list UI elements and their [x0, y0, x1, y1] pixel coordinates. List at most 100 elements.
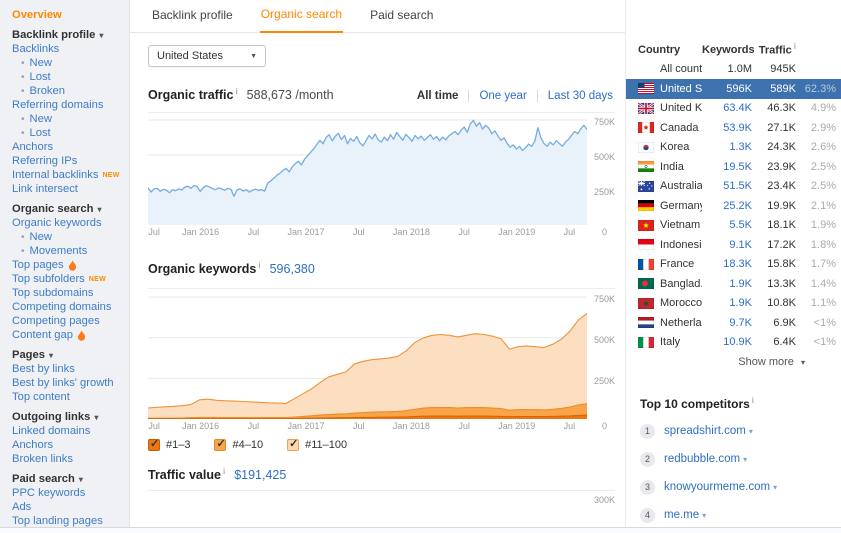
chevron-down-icon: ▾ — [801, 358, 805, 367]
y-axis-tick: 500K — [589, 152, 615, 162]
country-label: Korea — [660, 141, 689, 153]
sidebar-item-best-by-links[interactable]: Best by links — [12, 362, 125, 376]
country-row-morocco[interactable]: Morocco1.9K10.8K1.1% — [626, 294, 841, 314]
country-row-united-s[interactable]: United S...596K589K62.3% — [626, 79, 841, 99]
country-row-korea[interactable]: Korea1.3K24.3K2.6% — [626, 138, 841, 158]
country-filter-dropdown[interactable]: United States ▼ — [148, 45, 266, 67]
x-axis-tick: Jul — [148, 227, 160, 237]
sidebar-item-new[interactable]: •New — [12, 230, 125, 244]
chevron-down-icon[interactable]: ▾ — [743, 455, 747, 464]
sidebar-item-top-landing-pages[interactable]: Top landing pages — [12, 514, 125, 527]
check-icon: ✓ — [289, 437, 298, 450]
tab-backlink-profile[interactable]: Backlink profile — [151, 8, 234, 32]
legend-item-11-100[interactable]: ✓#11–100 — [287, 439, 347, 451]
tab-organic-search[interactable]: Organic search — [260, 7, 343, 33]
sidebar-item-referring-domains[interactable]: Referring domains — [12, 98, 125, 112]
range-all-time[interactable]: All time — [407, 90, 469, 102]
country-row-netherla[interactable]: Netherla...9.7K6.9K<1% — [626, 313, 841, 333]
sidebar-item-linked-domains[interactable]: Linked domains — [12, 424, 125, 438]
nl-flag-icon — [638, 317, 654, 328]
sidebar-item-top-subdomains[interactable]: Top subdomains — [12, 286, 125, 300]
sidebar-item-best-by-links-growth[interactable]: Best by links' growth — [12, 376, 125, 390]
sidebar-item-movements[interactable]: •Movements — [12, 244, 125, 258]
legend-item-4-10[interactable]: ✓#4–10 — [214, 439, 263, 451]
sidebar-item-broken-links[interactable]: Broken links — [12, 452, 125, 466]
country-label: United K... — [660, 102, 702, 114]
range-last-30-days[interactable]: Last 30 days — [537, 90, 615, 102]
range-one-year[interactable]: One year — [468, 90, 536, 102]
sidebar-item-ppc-keywords[interactable]: PPC keywords — [12, 486, 125, 500]
sidebar-item-new[interactable]: •New — [12, 112, 125, 126]
info-icon: i — [258, 261, 260, 270]
country-label: Indonesia — [660, 239, 702, 251]
competitor-domain-link[interactable]: knowyourmeme.com — [664, 481, 770, 493]
country-row-banglad[interactable]: Banglad...1.9K13.3K1.4% — [626, 274, 841, 294]
competitor-domain-link[interactable]: me.me — [664, 509, 699, 521]
tab-paid-search[interactable]: Paid search — [369, 8, 434, 32]
traffic-share: 2.5% — [796, 180, 836, 192]
country-label: Italy — [660, 336, 680, 348]
competitor-domain-link[interactable]: spreadshirt.com — [664, 425, 746, 437]
competitor-domain-link[interactable]: redbubble.com — [664, 453, 740, 465]
sidebar-item-link-intersect[interactable]: Link intersect — [12, 182, 125, 196]
country-row-canada[interactable]: Canada53.9K27.1K2.9% — [626, 118, 841, 138]
traffic-share: <1% — [796, 317, 836, 329]
show-more-button[interactable]: Show more ▾ — [626, 356, 841, 368]
sidebar-item-label: New — [30, 231, 52, 243]
sidebar-item-label: Top subdomains — [12, 287, 93, 299]
sidebar-item-competing-pages[interactable]: Competing pages — [12, 314, 125, 328]
checkbox-1-3[interactable]: ✓ — [148, 439, 160, 451]
report-content: United States ▼ Organic traffici 588,673… — [130, 33, 625, 510]
kr-flag-icon — [638, 142, 654, 153]
competitor-rank-badge: 1 — [640, 424, 655, 439]
checkbox-4-10[interactable]: ✓ — [214, 439, 226, 451]
x-axis-tick: Jul — [248, 227, 260, 237]
country-row-germany[interactable]: Germany25.2K19.9K2.1% — [626, 196, 841, 216]
fire-icon — [77, 330, 86, 341]
chevron-down-icon[interactable]: ▾ — [749, 427, 753, 436]
bullet-icon: • — [21, 128, 25, 139]
sidebar-item-content-gap[interactable]: Content gap — [12, 328, 125, 342]
organic-traffic-plot — [148, 113, 587, 225]
country-row-india[interactable]: India19.5K23.9K2.5% — [626, 157, 841, 177]
country-row-indonesia[interactable]: Indonesia9.1K17.2K1.8% — [626, 235, 841, 255]
sidebar-item-top-pages[interactable]: Top pages — [12, 258, 125, 272]
country-row-france[interactable]: France18.3K15.8K1.7% — [626, 255, 841, 275]
country-row-vietnam[interactable]: Vietnam5.5K18.1K1.9% — [626, 216, 841, 236]
sidebar-item-lost[interactable]: •Lost — [12, 70, 125, 84]
country-row-australia[interactable]: Australia51.5K23.4K2.5% — [626, 177, 841, 197]
legend-label: #1–3 — [166, 439, 190, 451]
sidebar-item-internal-backlinks[interactable]: Internal backlinksNEW — [12, 168, 125, 182]
country-row-united-k[interactable]: United K...63.4K46.3K4.9% — [626, 99, 841, 119]
chevron-down-icon: ▾ — [94, 413, 98, 422]
organic-keywords-value[interactable]: 596,380 — [270, 262, 315, 276]
sidebar-item-organic-keywords[interactable]: Organic keywords — [12, 216, 125, 230]
country-row-all-count[interactable]: All count...1.0M945K — [626, 60, 841, 80]
competitor-item-knowyourmeme-com: 3knowyourmeme.com▾ — [640, 479, 841, 495]
traffic-value-amount[interactable]: $191,425 — [234, 468, 286, 482]
sidebar-item-ads[interactable]: Ads — [12, 500, 125, 514]
organic-keywords-chart: 750K500K250KJulJan 2016JulJan 2017JulJan… — [148, 288, 615, 433]
sidebar-item-broken[interactable]: •Broken — [12, 84, 125, 98]
sidebar-item-label: Top content — [12, 391, 70, 403]
sidebar-item-new[interactable]: •New — [12, 56, 125, 70]
keywords-value: 9.7K — [702, 317, 752, 329]
traffic-value: 18.1K — [752, 219, 796, 231]
sidebar-item-anchors[interactable]: Anchors — [12, 140, 125, 154]
country-row-italy[interactable]: Italy10.9K6.4K<1% — [626, 333, 841, 353]
sidebar-item-top-subfolders[interactable]: Top subfoldersNEW — [12, 272, 125, 286]
sidebar-item-top-content[interactable]: Top content — [12, 390, 125, 404]
new-badge: NEW — [89, 276, 106, 283]
sidebar-item-competing-domains[interactable]: Competing domains — [12, 300, 125, 314]
country-label: Morocco — [660, 297, 702, 309]
chevron-down-icon[interactable]: ▾ — [773, 483, 777, 492]
chevron-down-icon[interactable]: ▾ — [702, 511, 706, 520]
sidebar-item-referring-ips[interactable]: Referring IPs — [12, 154, 125, 168]
checkbox-11-100[interactable]: ✓ — [287, 439, 299, 451]
traffic-value: 15.8K — [752, 258, 796, 270]
sidebar-item-overview[interactable]: Overview — [12, 8, 125, 22]
sidebar-item-lost[interactable]: •Lost — [12, 126, 125, 140]
sidebar-item-anchors[interactable]: Anchors — [12, 438, 125, 452]
legend-item-1-3[interactable]: ✓ #1–3 — [148, 439, 190, 451]
sidebar-item-backlinks[interactable]: Backlinks — [12, 42, 125, 56]
